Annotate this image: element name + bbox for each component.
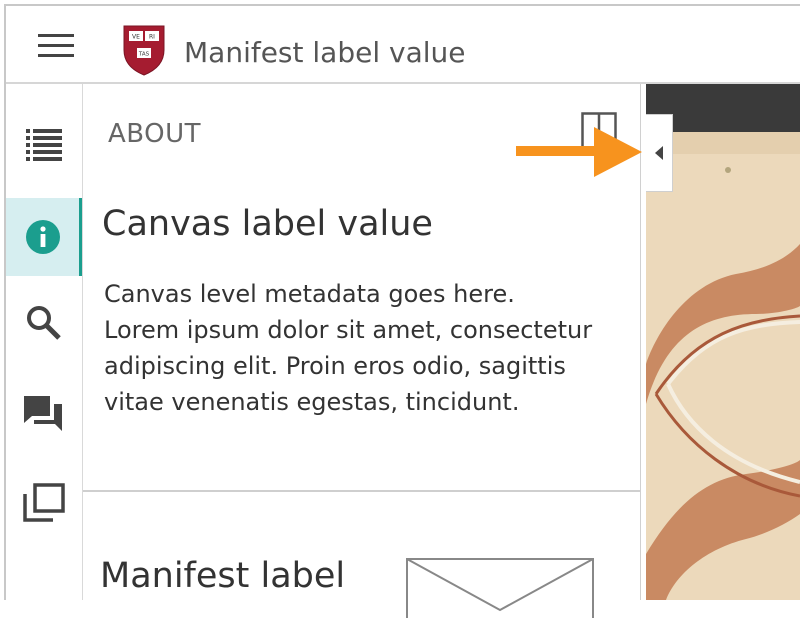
section-divider [83, 490, 640, 492]
shield-text-ri: RI [149, 34, 155, 41]
panel-heading: ABOUT [108, 119, 202, 149]
search-button[interactable] [6, 284, 82, 362]
top-bar: VE RI TAS Manifest label value [6, 6, 800, 84]
list-icon [26, 129, 62, 161]
caret-left-icon [655, 146, 663, 160]
hamburger-menu-icon[interactable] [38, 34, 74, 58]
arrow-icon [516, 127, 642, 177]
canvas-label: Canvas label value [102, 204, 433, 244]
harvard-shield-logo: VE RI TAS [123, 25, 165, 76]
collapse-panel-button[interactable] [646, 114, 673, 192]
shield-text-tas: TAS [138, 52, 150, 58]
thumbnail-placeholder-image [406, 558, 594, 618]
contents-button[interactable] [6, 104, 82, 182]
left-icon-rail [6, 84, 83, 600]
shield-text-ve: VE [132, 34, 140, 41]
manifest-title: Manifest label value [184, 36, 466, 69]
gallery-button[interactable] [6, 464, 82, 542]
manifest-label: Manifest label [100, 556, 346, 596]
info-icon [25, 220, 60, 254]
chat-bubbles-icon [24, 396, 62, 431]
canvas-description: Canvas level metadata goes here. Lorem i… [104, 280, 593, 416]
annotations-button[interactable] [6, 374, 82, 452]
gallery-view-icon [23, 483, 65, 522]
info-button[interactable] [6, 198, 82, 276]
search-icon [27, 306, 61, 340]
